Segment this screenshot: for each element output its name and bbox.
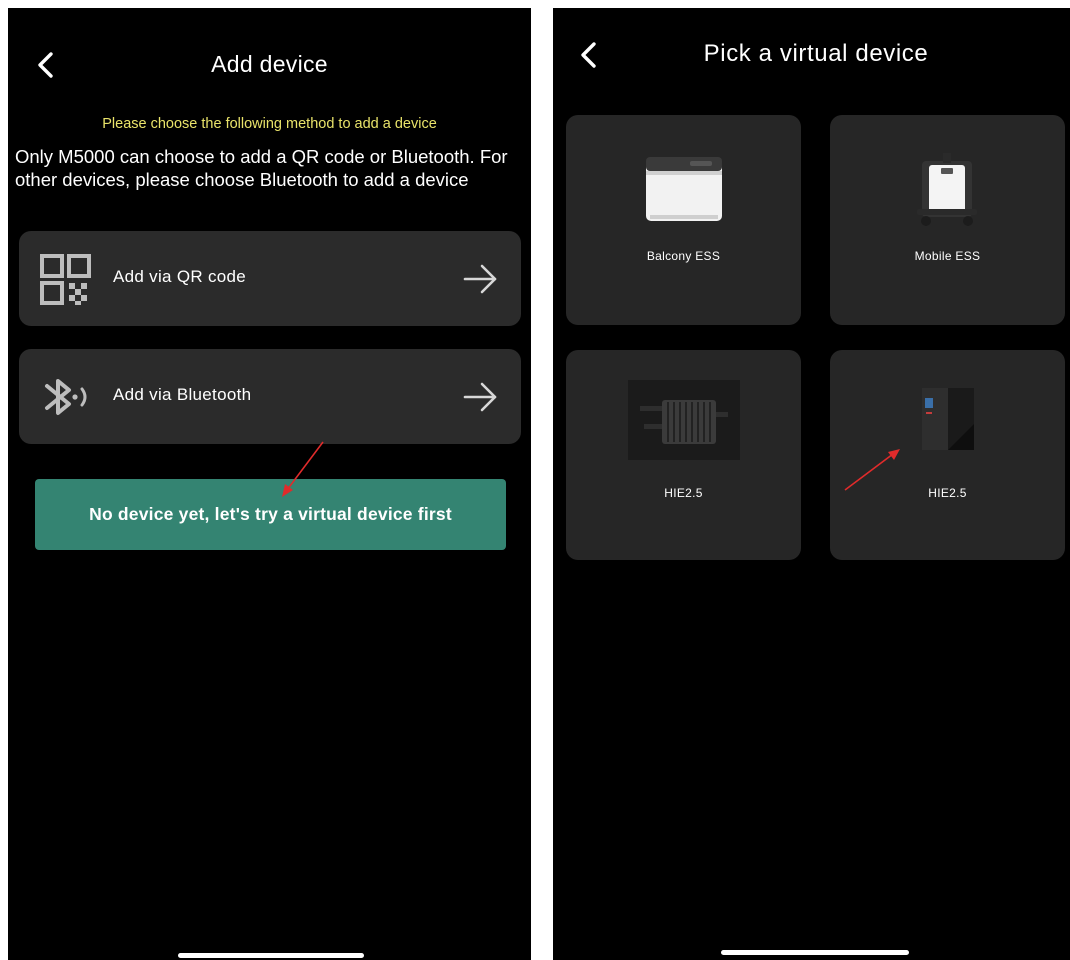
method-hint: Please choose the following method to ad… <box>102 116 437 132</box>
annotation-arrow <box>844 449 900 491</box>
qr-code-icon <box>40 254 91 305</box>
device-card-mobile-ess[interactable]: Mobile ESS <box>830 115 1065 325</box>
try-virtual-device-button[interactable]: No device yet, let's try a virtual devic… <box>35 479 506 550</box>
annotation-arrow <box>282 441 324 497</box>
add-via-qr-button[interactable]: Add via QR code <box>19 231 521 326</box>
method-label: Add via Bluetooth <box>113 385 252 404</box>
device-label: Balcony ESS <box>646 249 721 263</box>
home-indicator <box>178 953 364 958</box>
home-indicator <box>721 950 909 955</box>
arrow-right-icon <box>463 264 497 294</box>
device-label: Mobile ESS <box>914 249 981 263</box>
method-description: Only M5000 can choose to add a QR code o… <box>15 146 508 190</box>
pick-virtual-device-screen: Pick a virtual device Balcony ESS Mobile… <box>553 8 1070 960</box>
balcony-ess-image <box>646 157 722 221</box>
add-via-bluetooth-button[interactable]: Add via Bluetooth <box>19 349 521 444</box>
page-title: Pick a virtual device <box>703 40 929 67</box>
device-card-hie2-5-inverter[interactable]: HIE2.5 <box>566 350 801 560</box>
add-device-screen: Add device Please choose the following m… <box>8 8 531 960</box>
method-label: Add via QR code <box>113 267 247 286</box>
device-label: HIE2.5 <box>664 486 703 500</box>
device-card-balcony-ess[interactable]: Balcony ESS <box>566 115 801 325</box>
bluetooth-icon <box>45 379 87 415</box>
micro-inverter-image <box>628 380 740 460</box>
mobile-ess-image <box>917 153 977 226</box>
arrow-right-icon <box>463 382 497 412</box>
page-title: Add device <box>211 51 328 77</box>
hie-tower-image <box>922 388 974 450</box>
